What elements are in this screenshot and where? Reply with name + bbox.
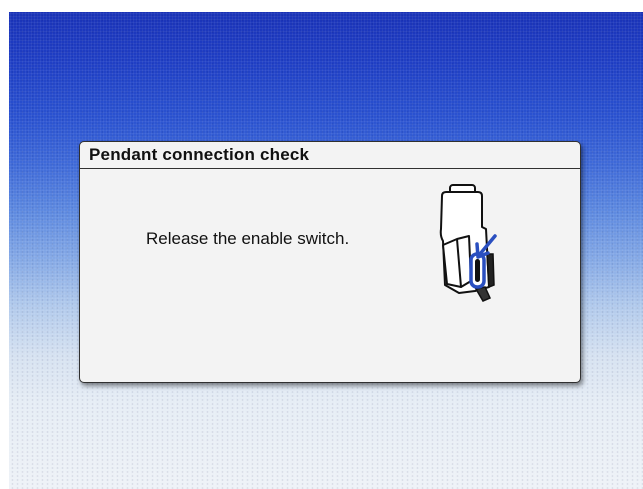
pendant-connection-dialog: Pendant connection check Release the ena… (79, 141, 581, 383)
dialog-title: Pendant connection check (89, 145, 310, 164)
dialog-message: Release the enable switch. (146, 229, 350, 248)
teach-pendant-enable-switch-icon (439, 184, 497, 302)
screen-background: Pendant connection check Release the ena… (9, 12, 643, 489)
dialog-titlebar: Pendant connection check (80, 142, 580, 169)
